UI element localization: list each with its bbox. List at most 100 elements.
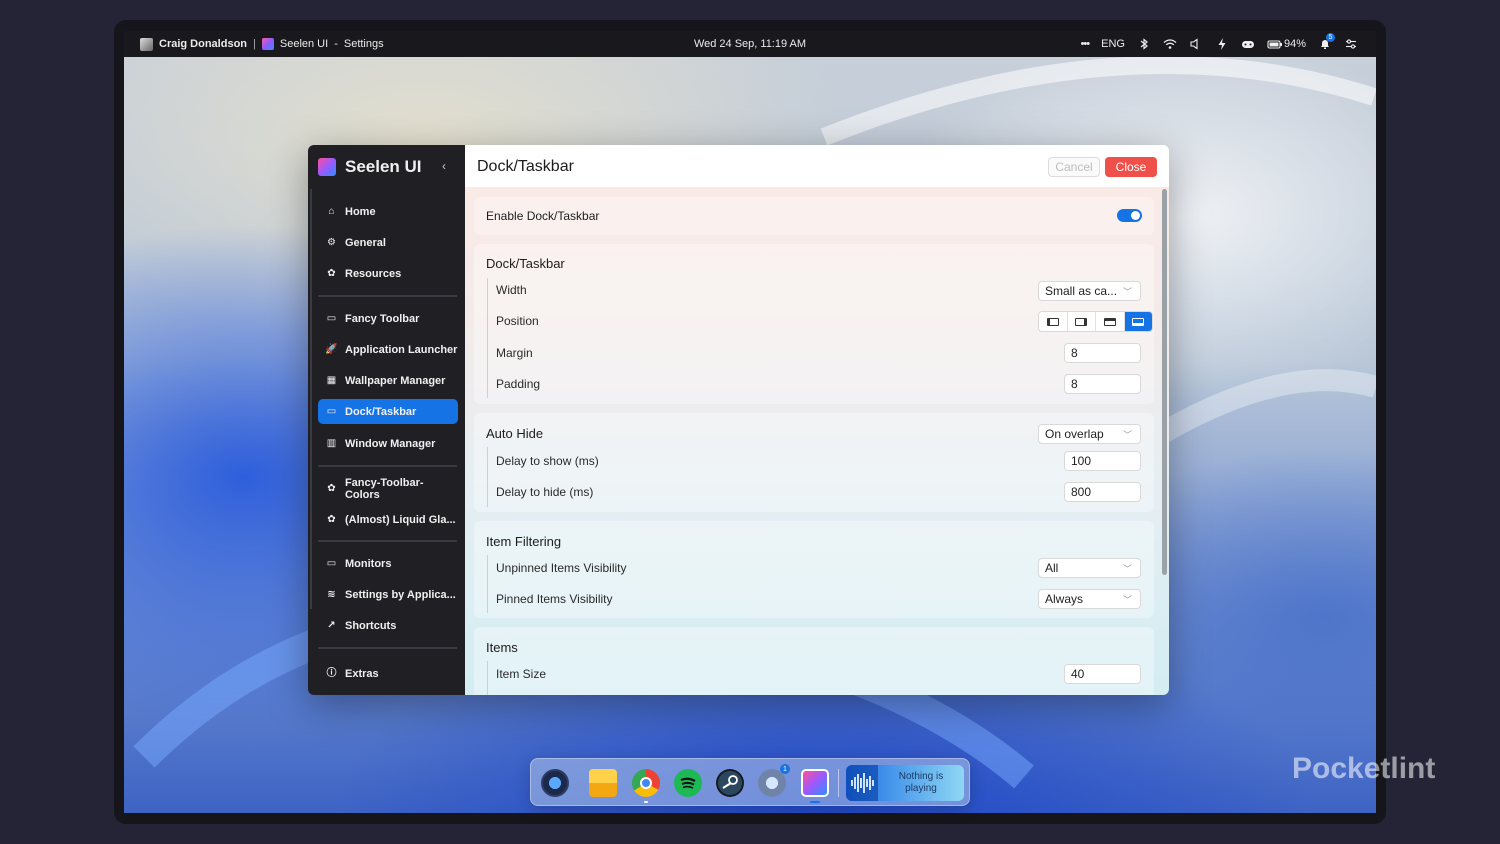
dock-start-button-icon[interactable] [541,769,569,797]
media-widget[interactable]: Nothing is playing [846,765,964,801]
delay-hide-input[interactable]: 800 [1064,482,1141,502]
width-select[interactable]: Small as ca... ﹀ [1038,281,1141,301]
more-icon[interactable]: ••• [1081,38,1091,50]
sidebar-item-resources[interactable]: ✿ Resources [318,261,458,286]
sidebar-item-fancy-toolbar[interactable]: ▭ Fancy Toolbar [318,306,458,331]
sidebar-item-monitors[interactable]: ▭ Monitors [318,551,458,576]
focused-app-name: Seelen UI [279,38,329,50]
sidebar-item-application-launcher[interactable]: 🚀 Application Launcher [318,337,458,362]
sidebar-item-label: Wallpaper Manager [345,374,446,387]
sidebar-item-label: Shortcuts [345,619,397,632]
sidebar-item-liquid-glass[interactable]: ✿ (Almost) Liquid Gla... [318,507,458,532]
sidebar-item-general[interactable]: ⚙ General [318,230,458,255]
sidebar-item-window-manager[interactable]: ▥ Window Manager [318,431,458,456]
pinned-visibility-select[interactable]: Always ﹀ [1038,589,1141,609]
top-bar-left: Craig Donaldson | Seelen UI - Settings [140,31,384,57]
dock-taskbar: 1 Nothing is playing [530,758,970,806]
sidebar-item-home[interactable]: ⌂ Home [318,199,458,224]
seelen-ui-dock-icon[interactable] [801,769,829,797]
sidebar-item-label: Fancy Toolbar [345,312,420,325]
volume-icon[interactable] [1189,37,1203,51]
audio-wave-icon [846,765,878,801]
info-icon: ⓘ [326,667,337,679]
media-status: Nothing is playing [878,771,964,795]
date-time[interactable]: Wed 24 Sep, 11:19 AM [694,38,806,50]
file-explorer-icon[interactable] [589,769,617,797]
padding-label: Padding [496,377,541,391]
sidebar-item-dock-taskbar[interactable]: ▭ Dock/Taskbar [318,399,458,424]
brand-name: Seelen UI [345,157,422,176]
position-top-button[interactable] [1096,312,1125,331]
sidebar-divider [318,295,457,297]
charging-icon [1215,37,1229,51]
items-card: Items Item Size 40 [474,627,1154,695]
item-filtering-card: Item Filtering Unpinned Items Visibility… [474,521,1154,618]
position-left-button[interactable] [1039,312,1068,331]
user-name[interactable]: Craig Donaldson [159,38,247,50]
bluetooth-icon[interactable] [1137,37,1151,51]
focused-app-page: Settings [343,38,384,50]
rocket-icon: 🚀 [325,343,338,355]
width-label: Width [496,283,527,297]
sidebar-item-settings-by-application[interactable]: ≋ Settings by Applica... [318,582,458,607]
battery-indicator[interactable]: 94% [1267,37,1306,51]
media-status-line1: Nothing is [898,771,944,782]
sidebar-item-label: Application Launcher [345,343,458,356]
settings-sidebar: Seelen UI ‹ ⌂ Home ⚙ General ✿ Resources… [308,145,465,695]
position-bottom-button[interactable] [1124,312,1152,331]
home-icon: ⌂ [328,205,335,217]
sidebar-item-fancy-toolbar-colors[interactable]: ✿ Fancy-Toolbar-Colors [318,476,458,501]
auto-hide-mode-select[interactable]: On overlap ﹀ [1038,424,1141,444]
dock-top-icon [1103,317,1116,326]
position-right-button[interactable] [1068,312,1096,331]
unpinned-visibility-value: All [1045,561,1059,575]
section-indent-line [487,447,488,507]
padding-input[interactable]: 8 [1064,374,1141,394]
seelen-app-icon [261,38,274,50]
section-indent-line [487,555,488,613]
top-bar: Craig Donaldson | Seelen UI - Settings W… [124,31,1376,57]
margin-input[interactable]: 8 [1064,343,1141,363]
battery-percent: 94% [1283,38,1306,50]
wifi-icon[interactable] [1163,37,1177,51]
running-indicator [644,801,648,803]
enable-dock-toggle[interactable] [1117,209,1142,222]
quick-settings-icon[interactable] [1344,37,1358,51]
dock-right-icon [1075,317,1088,326]
sidebar-item-label: Resources [345,267,402,280]
notifications-icon[interactable]: 5 [1318,33,1335,51]
collapse-sidebar-icon[interactable]: ‹ [442,159,446,173]
dock-left-icon [1046,317,1059,326]
delay-show-input[interactable]: 100 [1064,451,1141,471]
enable-dock-label: Enable Dock/Taskbar [486,209,600,223]
sidebar-item-label: (Almost) Liquid Gla... [345,513,456,526]
chevron-down-icon: ﹀ [1122,287,1132,297]
sidebar-scroll-rail [310,189,312,609]
chevron-down-icon: ﹀ [1122,430,1132,440]
delay-hide-label: Delay to hide (ms) [496,485,594,499]
sidebar-item-label: Extras [345,667,379,680]
unpinned-visibility-select[interactable]: All ﹀ [1038,558,1141,578]
language-indicator[interactable]: ENG [1101,38,1125,50]
gamepad-icon[interactable] [1241,37,1255,51]
cancel-button[interactable]: Cancel [1048,157,1100,177]
title-dash: - [334,38,338,50]
seelen-logo-icon [318,158,336,176]
section-indent-line [487,278,488,398]
sidebar-item-shortcuts[interactable]: ↗ Shortcuts [318,613,458,638]
chrome-icon[interactable] [632,769,660,797]
active-indicator [810,801,820,803]
settings-gear-icon[interactable]: 1 [758,764,790,797]
sidebar-item-wallpaper-manager[interactable]: ▦ Wallpaper Manager [318,368,458,393]
content-scrollbar[interactable] [1162,189,1167,575]
item-size-label: Item Size [496,667,547,681]
user-avatar-icon[interactable] [140,37,153,51]
sidebar-item-extras[interactable]: ⓘ Extras [318,661,458,686]
steam-icon[interactable] [716,769,744,797]
margin-label: Margin [496,346,533,360]
item-size-input[interactable]: 40 [1064,664,1141,684]
sidebar-divider [318,465,457,467]
separator: | [253,38,256,50]
close-button[interactable]: Close [1105,157,1157,177]
spotify-icon[interactable] [674,769,702,797]
